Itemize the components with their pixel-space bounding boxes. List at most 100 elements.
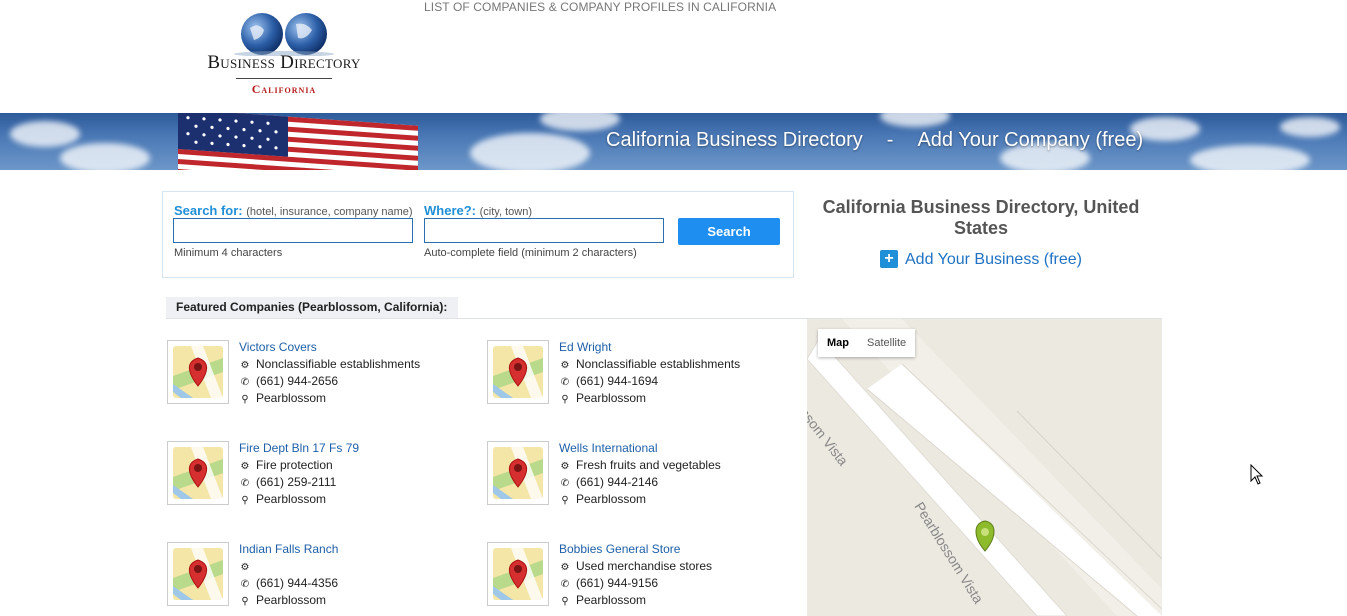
- company-phone: ✆ (661) 944-2656: [239, 374, 338, 388]
- company-location: ⚲ Pearblossom: [239, 391, 326, 405]
- company-category: ⚙ Nonclassifiable establishments: [559, 357, 741, 371]
- company-category-text: Fire protection: [256, 458, 333, 472]
- company-location: ⚲ Pearblossom: [559, 492, 646, 506]
- where-hint: (city, town): [479, 206, 532, 218]
- company-phone: ✆ (661) 944-1694: [559, 374, 658, 388]
- company-location: ⚲ Pearblossom: [239, 593, 326, 607]
- where-label-text: Where?:: [424, 203, 476, 218]
- company-phone-text: (661) 944-4356: [256, 576, 339, 590]
- company-category: ⚙ Fire protection: [239, 458, 333, 472]
- company-category-text: Nonclassifiable establishments: [256, 357, 421, 371]
- company-phone-text: (661) 944-2146: [576, 475, 659, 489]
- search-for-label-text: Search for:: [174, 203, 243, 218]
- gears-icon: ⚙: [240, 360, 250, 371]
- company-category-text: Fresh fruits and vegetables: [576, 458, 721, 472]
- company-name-link[interactable]: Ed Wright: [559, 340, 611, 354]
- company-phone: ✆ (661) 259-2111: [239, 475, 336, 489]
- company-city-text: Pearblossom: [576, 492, 647, 506]
- gears-icon: ⚙: [560, 461, 570, 472]
- company-phone: ✆ (661) 944-2146: [559, 475, 658, 489]
- add-business-label: Add Your Business (free): [905, 251, 1082, 268]
- site-logo[interactable]: Business Directory California: [188, 6, 380, 102]
- map-marker-icon: ⚲: [241, 394, 249, 405]
- company-card: Fire Dept Bln 17 Fs 79 ⚙ Fire protection ✆ (…: [167, 441, 467, 509]
- map-pin-thumbnail-icon[interactable]: [487, 542, 549, 606]
- banner-link-directory[interactable]: California Business Directory: [606, 129, 863, 151]
- map-marker-icon: ⚲: [561, 394, 569, 405]
- company-card: Wells International ⚙ Fresh fruits and veg…: [487, 441, 787, 509]
- company-category: ⚙ Fresh fruits and vegetables: [559, 458, 721, 472]
- company-card: Bobbies General Store ⚙ Used merchandise s…: [487, 542, 787, 610]
- phone-icon: ✆: [240, 377, 250, 388]
- company-name-link[interactable]: Victors Covers: [239, 340, 317, 354]
- company-card: Ed Wright ⚙ Nonclassifiable establishments…: [487, 340, 787, 408]
- company-phone: ✆ (661) 944-9156: [559, 576, 658, 590]
- map-view[interactable]: Blossom Vista Pearblossom Vista Map Sate…: [807, 319, 1162, 616]
- map-pin-thumbnail-icon[interactable]: [167, 441, 229, 505]
- logo-title: Business Directory: [207, 52, 361, 73]
- phone-icon: ✆: [560, 377, 570, 388]
- map-pin-thumbnail-icon[interactable]: [487, 441, 549, 505]
- company-name-link[interactable]: Wells International: [559, 441, 658, 455]
- company-category-text: Nonclassifiable establishments: [576, 357, 741, 371]
- company-category: ⚙ Nonclassifiable establishments: [239, 357, 421, 371]
- banner-link-add-company[interactable]: Add Your Company (free): [917, 129, 1143, 151]
- search-button[interactable]: Search: [678, 218, 780, 245]
- us-flag-image: [178, 113, 418, 170]
- company-city-text: Pearblossom: [256, 593, 327, 607]
- logo-subtitle: California: [251, 82, 317, 96]
- company-phone-text: (661) 944-9156: [576, 576, 659, 590]
- company-phone-text: (661) 944-2656: [256, 374, 339, 388]
- company-city-text: Pearblossom: [256, 492, 327, 506]
- gears-icon: ⚙: [240, 562, 250, 573]
- map-pin-thumbnail-icon[interactable]: [167, 542, 229, 606]
- company-category-text: Used merchandise stores: [576, 559, 713, 573]
- company-phone-text: (661) 259-2111: [256, 475, 337, 489]
- company-name-link[interactable]: Indian Falls Ranch: [239, 542, 338, 556]
- map-marker-icon: ⚲: [561, 596, 569, 607]
- globe-icon: [234, 13, 334, 56]
- directory-title: California Business Directory, United St…: [822, 197, 1140, 238]
- search-for-note: Minimum 4 characters: [174, 247, 283, 259]
- logo-divider: [236, 78, 332, 79]
- company-city-text: Pearblossom: [576, 391, 647, 405]
- company-name-link[interactable]: Bobbies General Store: [559, 542, 680, 556]
- company-card: Victors Covers ⚙ Nonclassifiable establish…: [167, 340, 467, 408]
- where-input[interactable]: [424, 218, 664, 243]
- map-marker-icon: ⚲: [241, 596, 249, 607]
- search-for-label: Search for: (hotel, insurance, company n…: [174, 203, 413, 218]
- phone-icon: ✆: [240, 478, 250, 489]
- map-type-satellite-button[interactable]: Satellite: [858, 329, 915, 357]
- map-type-map-button[interactable]: Map: [818, 329, 858, 357]
- map-marker-icon: ⚲: [241, 495, 249, 506]
- company-location: ⚲ Pearblossom: [559, 593, 646, 607]
- map-marker-icon: ⚲: [561, 495, 569, 506]
- company-city-text: Pearblossom: [256, 391, 327, 405]
- company-name-link[interactable]: Fire Dept Bln 17 Fs 79: [239, 441, 359, 455]
- gears-icon: ⚙: [240, 461, 250, 472]
- mouse-cursor-icon: [1250, 464, 1264, 485]
- phone-icon: ✆: [560, 478, 570, 489]
- company-category: ⚙ Used merchandise stores: [559, 559, 713, 573]
- gears-icon: ⚙: [560, 360, 570, 371]
- search-panel: Search for: (hotel, insurance, company n…: [162, 191, 794, 278]
- map-pin-thumbnail-icon[interactable]: [487, 340, 549, 404]
- plus-icon: +: [880, 250, 898, 268]
- where-label: Where?: (city, town): [424, 203, 532, 218]
- map-tiles: [807, 319, 1162, 616]
- phone-icon: ✆: [560, 579, 570, 590]
- company-category: ⚙: [239, 559, 256, 573]
- map-pin-thumbnail-icon[interactable]: [167, 340, 229, 404]
- company-phone-text: (661) 944-1694: [576, 374, 659, 388]
- banner-separator: -: [886, 129, 894, 151]
- company-card: Indian Falls Ranch ⚙ ✆ (661) 944-4356 ⚲ Pearb…: [167, 542, 467, 610]
- map-type-control: Map Satellite: [818, 329, 916, 357]
- company-city-text: Pearblossom: [576, 593, 647, 607]
- phone-icon: ✆: [240, 579, 250, 590]
- company-location: ⚲ Pearblossom: [559, 391, 646, 405]
- company-location: ⚲ Pearblossom: [239, 492, 326, 506]
- where-note: Auto-complete field (minimum 2 character…: [424, 247, 637, 259]
- header-banner: California Business Directory - Add Your C…: [0, 113, 1347, 170]
- search-input[interactable]: [173, 218, 413, 243]
- add-business-link[interactable]: + Add Your Business (free): [880, 250, 1082, 269]
